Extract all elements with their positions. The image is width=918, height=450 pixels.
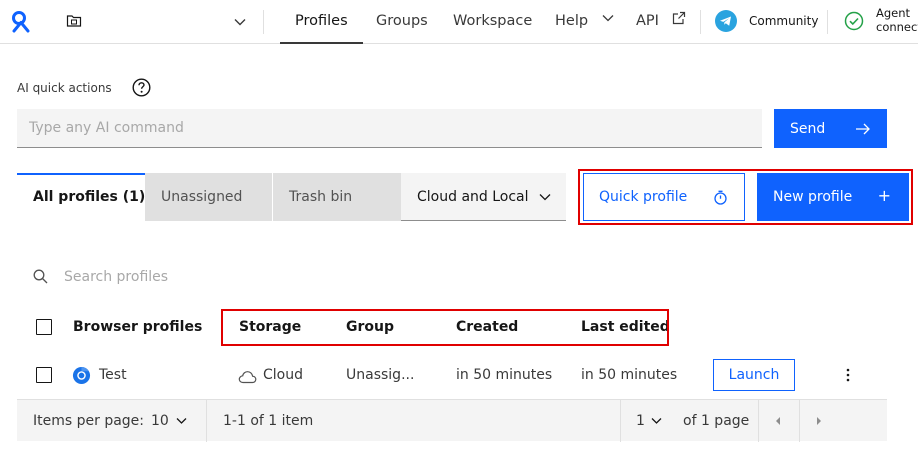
quick-profile-button[interactable]: Quick profile bbox=[583, 173, 745, 221]
items-per-page-chevron-down-icon[interactable] bbox=[175, 414, 188, 427]
agent-connected-check-icon bbox=[844, 11, 864, 31]
chevron-down-icon bbox=[539, 194, 551, 201]
plus-icon: + bbox=[877, 186, 891, 205]
previous-page-icon[interactable] bbox=[773, 415, 783, 427]
new-profile-button[interactable]: New profile + bbox=[757, 173, 909, 221]
timer-icon bbox=[714, 190, 727, 205]
topbar-divider bbox=[263, 10, 264, 34]
profile-storage: Cloud bbox=[263, 367, 303, 383]
ai-quick-actions-label: AI quick actions bbox=[17, 81, 112, 95]
item-range-text: 1-1 of 1 item bbox=[223, 413, 314, 429]
pagination-bar: Items per page: 10 1-1 of 1 item 1 of 1 … bbox=[17, 399, 887, 442]
send-button[interactable]: Send bbox=[774, 109, 887, 148]
items-per-page-label: Items per page: bbox=[33, 413, 145, 429]
telegram-icon[interactable] bbox=[715, 10, 737, 32]
chromium-browser-icon bbox=[72, 366, 91, 385]
ai-command-input[interactable] bbox=[17, 109, 762, 148]
page-chevron-down-icon[interactable] bbox=[650, 414, 663, 427]
nav-workspace[interactable]: Workspace bbox=[453, 0, 532, 44]
search-profiles-input[interactable] bbox=[56, 264, 556, 290]
workspace-chevron-down-icon[interactable] bbox=[232, 14, 248, 30]
select-all-checkbox[interactable] bbox=[36, 319, 52, 335]
profile-created: in 50 minutes bbox=[456, 367, 553, 383]
agent-status: Agent connected bbox=[876, 6, 918, 34]
highlight-box-columns bbox=[221, 309, 669, 346]
nav-groups[interactable]: Groups bbox=[376, 0, 428, 44]
items-per-page-select[interactable]: 10 bbox=[151, 400, 169, 442]
row-checkbox[interactable] bbox=[36, 367, 52, 383]
profile-group: Unassig... bbox=[346, 367, 415, 383]
topbar-divider bbox=[827, 10, 828, 34]
nav-api[interactable]: API bbox=[636, 0, 686, 44]
top-bar: Profiles Groups Workspace Help API Commu… bbox=[0, 0, 918, 44]
cloud-icon bbox=[238, 371, 257, 384]
launch-button[interactable]: Launch bbox=[713, 359, 795, 391]
header-browser-profiles[interactable]: Browser profiles bbox=[73, 319, 202, 335]
help-chevron-down-icon bbox=[602, 15, 614, 22]
nav-profiles[interactable]: Profiles bbox=[280, 0, 363, 44]
page-select[interactable]: 1 bbox=[636, 400, 645, 442]
nav-help[interactable]: Help bbox=[555, 0, 615, 44]
profile-last-edited: in 50 minutes bbox=[581, 367, 678, 383]
community-link[interactable]: Community bbox=[749, 0, 818, 42]
tab-unassigned[interactable]: Unassigned bbox=[145, 173, 272, 221]
topbar-divider bbox=[700, 10, 701, 34]
app-logo-icon[interactable] bbox=[9, 10, 33, 34]
pager-divider bbox=[620, 400, 621, 442]
total-pages-text: of 1 page bbox=[683, 413, 750, 429]
tab-all-profiles[interactable]: All profiles (1) bbox=[17, 173, 145, 221]
tab-trash-bin[interactable]: Trash bin bbox=[273, 173, 401, 221]
storage-filter-dropdown[interactable]: Cloud and Local bbox=[401, 173, 566, 221]
pager-divider bbox=[799, 400, 800, 442]
workspace-folder-icon[interactable] bbox=[66, 13, 82, 29]
profile-name[interactable]: Test bbox=[99, 367, 127, 383]
pager-divider bbox=[206, 400, 207, 442]
next-page-icon[interactable] bbox=[814, 415, 824, 427]
arrow-right-icon bbox=[856, 123, 870, 135]
external-link-icon bbox=[672, 11, 685, 25]
overflow-menu-icon[interactable] bbox=[840, 366, 856, 384]
search-icon bbox=[33, 269, 48, 284]
help-circle-icon[interactable] bbox=[132, 78, 151, 97]
pager-divider bbox=[758, 400, 759, 442]
